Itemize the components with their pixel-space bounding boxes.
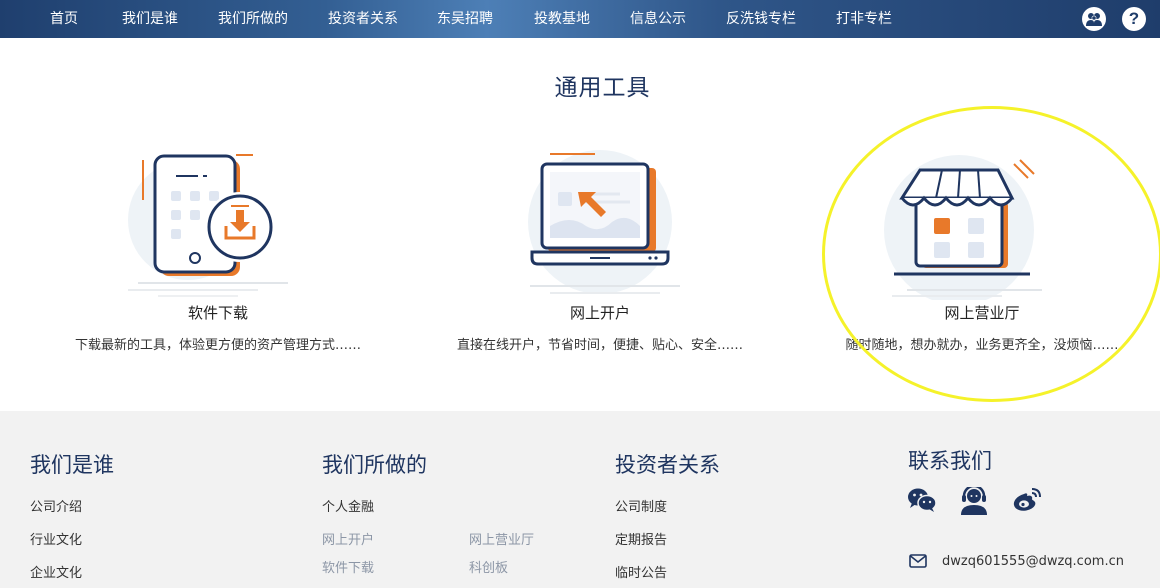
- footer: 我们是谁 公司介绍 行业文化 企业文化 我们所做的 个人金融 网上开户 软件下载…: [0, 411, 1160, 588]
- nav-item-home[interactable]: 首页: [50, 0, 78, 38]
- help-icon[interactable]: ?: [1122, 7, 1146, 31]
- tool-name[interactable]: 网上开户: [420, 302, 780, 323]
- nav-item-what-we-do[interactable]: 我们所做的: [218, 0, 288, 38]
- footer-link-online-hall[interactable]: 网上营业厅: [469, 529, 534, 548]
- wechat-icon[interactable]: [907, 487, 937, 513]
- footer-link-periodic-reports[interactable]: 定期报告: [615, 529, 667, 548]
- footer-title-contact: 联系我们: [908, 449, 992, 473]
- footer-link-star-market[interactable]: 科创板: [469, 557, 508, 576]
- tool-desc: 随时随地，想办就办，业务更齐全，没烦恼……: [845, 338, 1119, 353]
- tool-software-download[interactable]: 软件下载 下载最新的工具，体验更方便的资产管理方式……: [38, 140, 398, 360]
- tool-desc: 下载最新的工具，体验更方便的资产管理方式……: [74, 338, 361, 353]
- footer-link-corporate-culture[interactable]: 企业文化: [30, 562, 82, 581]
- mail-icon: [909, 554, 927, 568]
- nav-item-education[interactable]: 投教基地: [534, 0, 590, 38]
- contact-email[interactable]: dwzq601555@dwzq.com.cn: [942, 554, 1124, 569]
- tool-name[interactable]: 网上营业厅: [802, 302, 1160, 323]
- footer-link-company-rules[interactable]: 公司制度: [615, 496, 667, 515]
- nav-item-anti-fraud[interactable]: 打非专栏: [836, 0, 892, 38]
- footer-title-ir: 投资者关系: [615, 453, 720, 477]
- footer-link-company-intro[interactable]: 公司介绍: [30, 496, 82, 515]
- footer-link-software-download[interactable]: 软件下载: [322, 557, 374, 576]
- footer-link-online-account[interactable]: 网上开户: [322, 529, 374, 548]
- tool-name[interactable]: 软件下载: [38, 302, 398, 323]
- customer-service-icon[interactable]: [958, 487, 990, 515]
- footer-link-interim-announcements[interactable]: 临时公告: [615, 562, 667, 581]
- nav-item-careers[interactable]: 东吴招聘: [437, 0, 493, 38]
- footer-title-what: 我们所做的: [322, 453, 427, 477]
- nav-item-investor[interactable]: 投资者关系: [328, 0, 398, 38]
- nav-item-disclosure[interactable]: 信息公示: [630, 0, 686, 38]
- footer-link-personal-finance[interactable]: 个人金融: [322, 496, 374, 515]
- tool-online-account[interactable]: 网上开户 直接在线开户，节省时间，便捷、贴心、安全……: [420, 140, 780, 360]
- top-nav: 首页 我们是谁 我们所做的 投资者关系 东吴招聘 投教基地 信息公示 反洗钱专栏…: [0, 0, 1160, 38]
- user-group-icon[interactable]: [1082, 7, 1106, 31]
- section-title: 通用工具: [554, 75, 651, 101]
- laptop-cursor-icon: [528, 150, 680, 294]
- nav-item-aml[interactable]: 反洗钱专栏: [726, 0, 796, 38]
- help-glyph: ?: [1128, 9, 1140, 28]
- storefront-icon: [884, 155, 1042, 300]
- footer-link-industry-culture[interactable]: 行业文化: [30, 529, 82, 548]
- tool-desc: 直接在线开户，节省时间，便捷、贴心、安全……: [456, 338, 743, 353]
- phone-download-icon: [128, 154, 288, 297]
- tool-online-hall[interactable]: 网上营业厅 随时随地，想办就办，业务更齐全，没烦恼……: [802, 140, 1160, 360]
- nav-item-who-we-are[interactable]: 我们是谁: [122, 0, 178, 38]
- weibo-icon[interactable]: [1012, 487, 1042, 513]
- footer-title-who: 我们是谁: [30, 453, 114, 477]
